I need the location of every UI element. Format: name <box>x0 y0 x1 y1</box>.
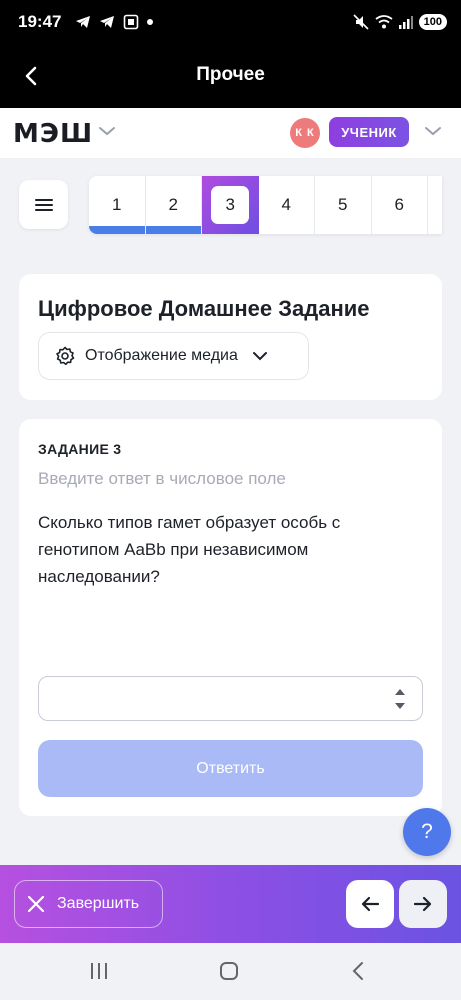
task-tab-3[interactable]: 3 <box>202 176 259 234</box>
homework-card: Цифровое Домашнее Задание Отображение ме… <box>19 274 442 400</box>
mute-icon <box>353 14 369 30</box>
task-hint: Введите ответ в числовое поле <box>38 469 286 488</box>
number-stepper-icon[interactable] <box>394 686 406 712</box>
gear-icon <box>56 346 75 366</box>
mesh-logo[interactable]: МЭШ <box>13 119 93 149</box>
finish-label: Завершить <box>57 895 140 912</box>
page-title: Цифровое Домашнее Задание <box>38 296 370 321</box>
submit-answer-button[interactable]: Ответить <box>38 740 423 797</box>
close-icon <box>27 895 45 913</box>
battery-indicator: 100 <box>418 14 447 30</box>
wifi-icon <box>375 15 393 29</box>
help-button[interactable]: ? <box>403 808 451 856</box>
app-bar-title: Прочее <box>196 64 265 85</box>
avatar[interactable]: К К <box>290 118 320 148</box>
task-tab-6[interactable]: 6 <box>372 176 428 234</box>
telegram-icon <box>76 16 91 28</box>
media-display-label: Отображение медиа <box>85 347 238 364</box>
chevron-down-icon[interactable] <box>424 125 442 137</box>
system-navigation-bar <box>0 943 461 1000</box>
recent-apps-icon[interactable] <box>89 961 109 981</box>
task-tab-5[interactable]: 5 <box>315 176 372 234</box>
chevron-down-icon <box>252 352 267 361</box>
signal-icon <box>398 16 413 29</box>
task-question: Сколько типов гамет образует особь с ген… <box>38 513 341 586</box>
role-badge[interactable]: УЧЕНИК <box>329 117 409 147</box>
task-tab-2[interactable]: 2 <box>145 176 202 234</box>
app-bar: Прочее <box>0 44 461 108</box>
answer-number-input[interactable] <box>38 676 423 721</box>
home-icon[interactable] <box>219 961 239 981</box>
arrow-right-icon <box>413 896 432 912</box>
finish-button[interactable]: Завершить <box>14 880 163 928</box>
task-tab-1[interactable]: 1 <box>89 176 146 234</box>
chevron-down-icon[interactable] <box>98 125 116 137</box>
previous-task-button[interactable] <box>346 880 394 928</box>
bottom-action-bar: Завершить <box>0 865 461 943</box>
task-label: ЗАДАНИЕ 3 <box>38 441 122 457</box>
task-tab-4[interactable]: 4 <box>259 176 315 234</box>
arrow-left-icon <box>361 896 380 912</box>
status-bar: 19:47 100 <box>0 0 461 44</box>
next-task-button[interactable] <box>399 880 447 928</box>
status-time: 19:47 <box>18 12 62 31</box>
task-card: ЗАДАНИЕ 3 Введите ответ в числовое поле … <box>19 419 442 816</box>
task-navigation: 1 2 3 4 5 6 <box>89 176 442 234</box>
notification-icons <box>75 14 154 30</box>
menu-button[interactable] <box>19 180 68 229</box>
media-display-button[interactable]: Отображение медиа <box>38 332 309 380</box>
task-tab-partial[interactable] <box>428 176 442 234</box>
telegram-icon <box>100 16 115 28</box>
dot-icon <box>147 19 154 25</box>
hamburger-icon <box>34 198 53 211</box>
screenshot-icon <box>124 14 139 30</box>
back-icon[interactable] <box>349 961 369 981</box>
